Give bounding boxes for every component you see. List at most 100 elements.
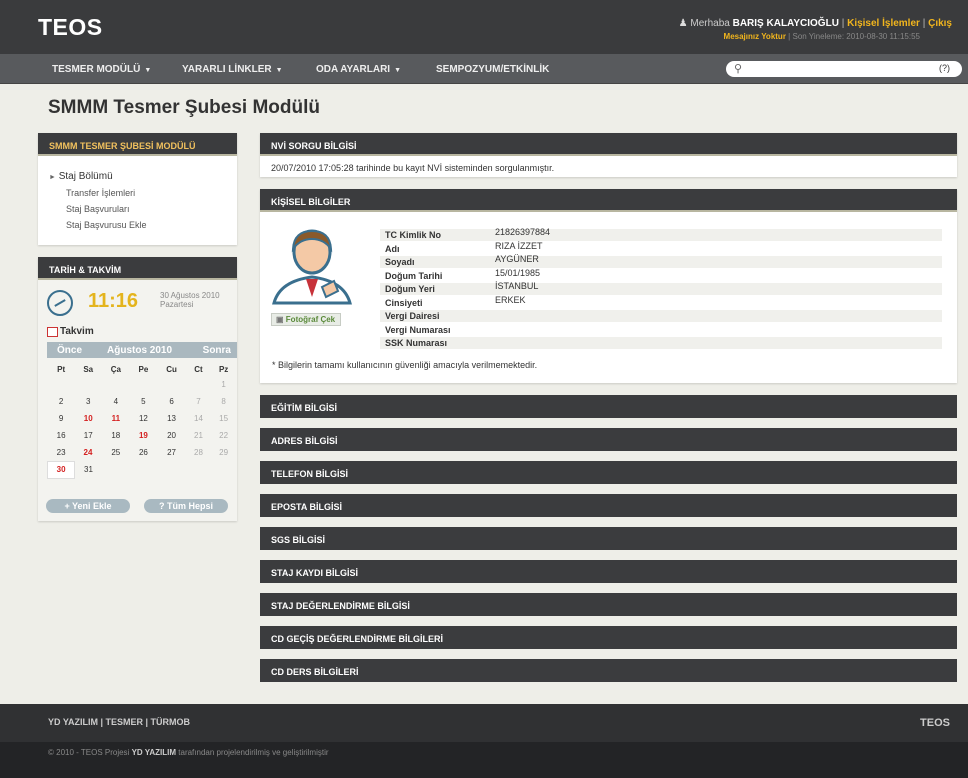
nav-symposium-event[interactable]: SEMPOZYUM/ETKİNLİK xyxy=(436,64,549,75)
personal-link[interactable]: Kişisel İşlemler xyxy=(847,18,920,29)
weekday-header: Pt xyxy=(57,364,66,374)
field-label: Doğum Tarihi xyxy=(385,270,443,281)
calendar-day[interactable]: 13 xyxy=(157,410,186,427)
calendar-day[interactable]: 27 xyxy=(157,444,186,461)
nav-useful-links[interactable]: YARARLI LİNKLER ▼ xyxy=(182,64,283,75)
calendar-empty-cell xyxy=(157,376,186,393)
field-row-background xyxy=(380,310,942,322)
footer-links-bar: YD YAZILIM | TESMER | TÜRMOB TEOS xyxy=(0,704,968,742)
add-new-button[interactable]: + Yeni Ekle xyxy=(46,499,130,513)
calendar-day[interactable]: 20 xyxy=(157,427,186,444)
section-header[interactable]: STAJ KAYDI BİLGİSİ xyxy=(260,560,957,583)
sidebar-module-panel: SMMM TESMER ŞUBESİ MODÜLÜ ► Staj Bölümü … xyxy=(38,133,237,245)
calendar-grid: Pt Sa Ça Pe Cu Ct Pz 1 2 3 4 5 6 7 8 9 10 11 12 13 14 15 16 17… xyxy=(46,362,237,479)
calendar-day[interactable]: 5 xyxy=(130,393,157,410)
search-help-link[interactable]: (?) xyxy=(939,63,950,73)
nav-tesmer-module[interactable]: TESMER MODÜLÜ ▼ xyxy=(52,64,151,75)
calendar-day[interactable]: 26 xyxy=(130,444,157,461)
search-input[interactable] xyxy=(750,63,920,75)
section-header[interactable]: EĞİTİM BİLGİSİ xyxy=(260,395,957,418)
section-header[interactable]: SGS BİLGİSİ xyxy=(260,527,957,550)
calendar-day[interactable]: 15 xyxy=(211,410,237,427)
calendar-day[interactable]: 23 xyxy=(48,444,75,461)
date-calendar-title: TARİH & TAKVİM xyxy=(38,257,237,280)
calendar-empty-cell xyxy=(130,376,157,393)
calendar-day[interactable]: 19 xyxy=(130,427,157,444)
calendar-day[interactable]: 28 xyxy=(186,444,211,461)
calendar-day[interactable]: 7 xyxy=(186,393,211,410)
calendar-day[interactable]: 1 xyxy=(211,376,237,393)
clock-icon xyxy=(47,290,73,316)
calendar-day[interactable]: 11 xyxy=(102,410,130,427)
calendar-day[interactable]: 4 xyxy=(102,393,130,410)
logout-link[interactable]: Çıkış xyxy=(928,18,952,29)
teos-logo: TEOS xyxy=(38,14,103,40)
calendar-next-button[interactable]: Sonra xyxy=(203,345,231,356)
section-header[interactable]: CD GEÇİŞ DEĞERLENDİRME BİLGİLERİ xyxy=(260,626,957,649)
footer-links[interactable]: YD YAZILIM | TESMER | TÜRMOB xyxy=(48,717,190,727)
sidebar-item-applications[interactable]: Staj Başvuruları xyxy=(66,204,130,214)
calendar-day[interactable]: 6 xyxy=(157,393,186,410)
last-update-text: Son Yineleme: 2010-08-30 11:15:55 xyxy=(792,32,920,41)
nav-label: SEMPOZYUM/ETKİNLİK xyxy=(436,64,550,75)
weekday-header: Pe xyxy=(138,364,149,374)
calendar-day[interactable]: 12 xyxy=(130,410,157,427)
calendar-day[interactable]: 31 xyxy=(75,461,102,478)
section-header[interactable]: CD DERS BİLGİLERİ xyxy=(260,659,957,682)
calendar-day[interactable]: 10 xyxy=(75,410,102,427)
personal-info-title: KİŞİSEL BİLGİLER xyxy=(260,189,957,212)
field-label: Soyadı xyxy=(385,257,415,267)
weekday-header: Pz xyxy=(218,364,229,374)
copyright-company: YD YAZILIM xyxy=(131,748,177,757)
copyright-suffix: tarafından projelendirilmiş ve geliştiri… xyxy=(178,748,329,757)
field-value: AYGÜNER xyxy=(495,254,539,264)
show-all-button[interactable]: ? Tüm Hepsi xyxy=(144,499,228,513)
field-value: RIZA İZZET xyxy=(495,240,543,251)
calendar-prev-button[interactable]: Önce xyxy=(57,345,82,356)
personal-info-note: * Bilgilerin tamamı kullanıcının güvenli… xyxy=(272,360,538,370)
calendar-day[interactable]: 17 xyxy=(75,427,102,444)
calendar-day[interactable]: 2 xyxy=(48,393,75,410)
search-icon[interactable]: ⚲ xyxy=(734,62,742,75)
nav-chamber-settings[interactable]: ODA AYARLARI ▼ xyxy=(316,64,401,75)
caret-down-icon: ▼ xyxy=(144,67,152,74)
sidebar-item-add-application[interactable]: Staj Başvurusu Ekle xyxy=(66,220,147,230)
calendar-day[interactable]: 21 xyxy=(186,427,211,444)
camera-icon: ▣ xyxy=(276,315,284,324)
bullet-icon: ► xyxy=(49,174,56,181)
nav-label: YARARLI LİNKLER xyxy=(182,64,272,75)
message-status-link[interactable]: Mesajınız Yoktur xyxy=(724,32,786,41)
calendar-day[interactable]: 16 xyxy=(48,427,75,444)
user-icon: ♟ xyxy=(678,18,688,29)
section-header[interactable]: ADRES BİLGİSİ xyxy=(260,428,957,451)
calendar-day[interactable]: 30 xyxy=(46,460,76,479)
calendar-day[interactable]: 9 xyxy=(48,410,75,427)
take-photo-label: Fotoğraf Çek xyxy=(285,315,336,324)
calendar-day[interactable]: 8 xyxy=(211,393,237,410)
field-value: 15/01/1985 xyxy=(495,267,541,278)
calendar-day[interactable]: 3 xyxy=(75,393,102,410)
calendar-day[interactable]: 25 xyxy=(102,444,130,461)
calendar-day[interactable]: 29 xyxy=(211,444,237,461)
calendar-month: Ağustos 2010 xyxy=(107,345,173,356)
calendar-day[interactable]: 14 xyxy=(186,410,211,427)
top-header: TEOS ♟ Merhaba BARIŞ KALAYCIOĞLU | Kişis… xyxy=(0,0,968,54)
section-header[interactable]: TELEFON BİLGİSİ xyxy=(260,461,957,484)
field-value: İSTANBUL xyxy=(495,281,539,291)
field-row-background xyxy=(380,337,942,349)
sidebar-item-transfer[interactable]: Transfer İşlemleri xyxy=(66,188,135,198)
user-info: ♟ Merhaba BARIŞ KALAYCIOĞLU | Kişisel İş… xyxy=(679,18,952,29)
sidebar-item-staj[interactable]: ► Staj Bölümü xyxy=(49,171,113,182)
separator: | xyxy=(788,32,791,41)
nvi-query-panel: NVİ SORGU BİLGİSİ 20/07/2010 17:05:28 ta… xyxy=(260,133,957,177)
calendar-day[interactable]: 18 xyxy=(102,427,130,444)
calendar-day[interactable]: 22 xyxy=(211,427,237,444)
field-label: SSK Numarası xyxy=(385,338,448,348)
take-photo-button[interactable]: ▣ Fotoğraf Çek xyxy=(271,313,341,326)
date-calendar-panel: TARİH & TAKVİM 11:16 30 Ağustos 2010 Paz… xyxy=(38,257,237,521)
section-header[interactable]: STAJ DEĞERLENDİRME BİLGİSİ xyxy=(260,593,957,616)
calendar-day[interactable]: 24 xyxy=(75,444,102,461)
field-value: ERKEK xyxy=(495,294,526,305)
sidebar-module-title: SMMM TESMER ŞUBESİ MODÜLÜ xyxy=(38,133,237,156)
section-header[interactable]: EPOSTA BİLGİSİ xyxy=(260,494,957,517)
